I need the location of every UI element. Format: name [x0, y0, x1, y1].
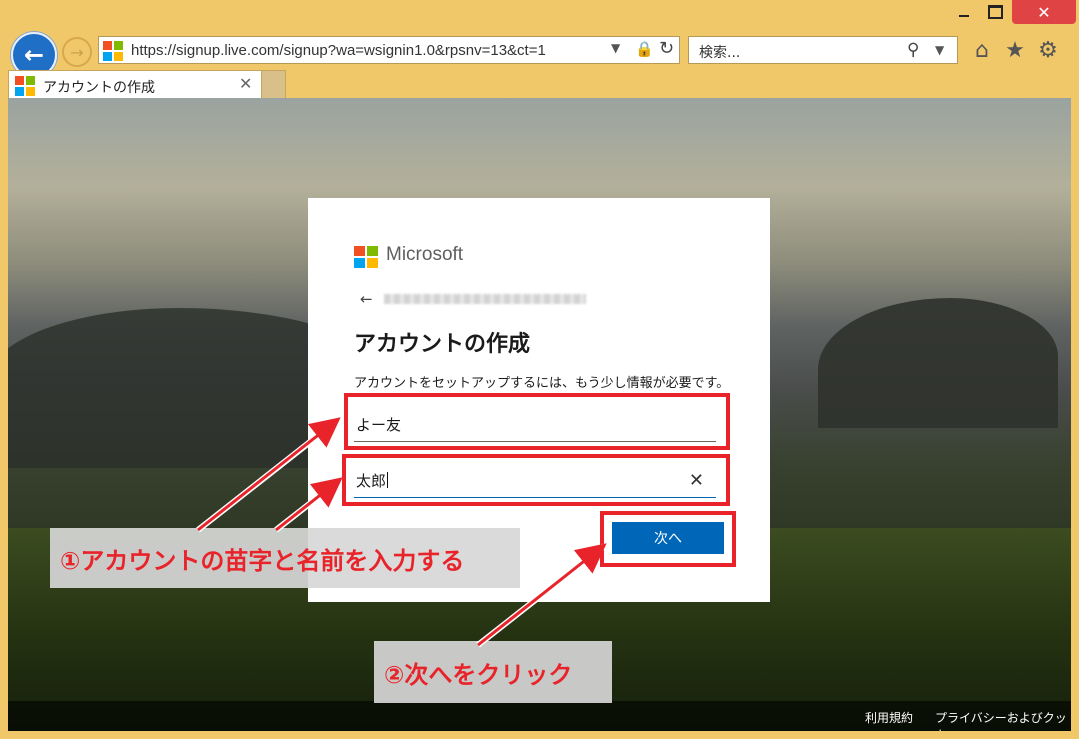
microsoft-wordmark: Microsoft — [386, 244, 464, 265]
maximize-icon — [987, 5, 1003, 19]
close-window-button[interactable]: ✕ — [1012, 0, 1076, 24]
back-icon: ← — [23, 41, 45, 69]
site-favicon-icon — [103, 41, 123, 61]
favorites-star-icon[interactable]: ★ — [1002, 37, 1028, 63]
microsoft-logo-icon — [354, 246, 379, 268]
privacy-link[interactable]: プライバシーおよびクッキー — [935, 709, 1071, 731]
page-title: アカウントの作成 — [354, 332, 531, 357]
tab-favicon-icon — [15, 76, 35, 96]
refresh-icon[interactable]: ↻ — [659, 38, 674, 59]
browser-tab[interactable]: アカウントの作成 ✕ — [8, 70, 262, 98]
highlight-box-first-name — [342, 454, 730, 506]
minimize-button[interactable] — [950, 0, 978, 24]
tab-close-icon[interactable]: ✕ — [239, 74, 252, 93]
forward-icon: → — [70, 42, 84, 62]
description-text: アカウントをセットアップするには、もう少し情報が必要です。 — [354, 376, 730, 391]
home-icon[interactable]: ⌂ — [969, 37, 995, 63]
browser-window: ✕ ← → https://signup.live.com/signup?wa=… — [0, 0, 1079, 739]
back-arrow-icon[interactable]: ← — [360, 290, 373, 308]
highlight-box-last-name — [344, 393, 730, 450]
search-box[interactable]: 検索... ⚲ ▼ — [688, 36, 958, 64]
close-icon: ✕ — [1037, 2, 1051, 22]
new-tab-button[interactable] — [262, 70, 286, 98]
terms-link[interactable]: 利用規約 — [865, 709, 913, 726]
lock-icon[interactable]: 🔒 — [635, 40, 654, 58]
search-icon[interactable]: ⚲ — [907, 40, 919, 60]
annotation-step2: ②次へをクリック — [374, 641, 612, 703]
background-mountain — [818, 298, 1058, 428]
maximize-button[interactable] — [981, 0, 1009, 24]
forward-button[interactable]: → — [62, 37, 92, 67]
address-bar[interactable]: https://signup.live.com/signup?wa=wsigni… — [98, 36, 680, 64]
tab-title: アカウントの作成 — [43, 80, 155, 96]
highlight-box-next — [600, 511, 736, 567]
minimize-icon — [959, 15, 969, 17]
page-footer: 利用規約 プライバシーおよびクッキー — [8, 701, 1071, 731]
address-dropdown-icon[interactable]: ▼ — [611, 41, 620, 55]
url-text[interactable]: https://signup.live.com/signup?wa=wsigni… — [131, 42, 591, 59]
search-dropdown-icon[interactable]: ▼ — [935, 43, 944, 57]
search-placeholder[interactable]: 検索... — [699, 42, 740, 62]
annotation-step1: ①アカウントの苗字と名前を入力する — [50, 528, 520, 588]
settings-gear-icon[interactable]: ⚙ — [1035, 37, 1061, 63]
blurred-email — [384, 294, 586, 304]
